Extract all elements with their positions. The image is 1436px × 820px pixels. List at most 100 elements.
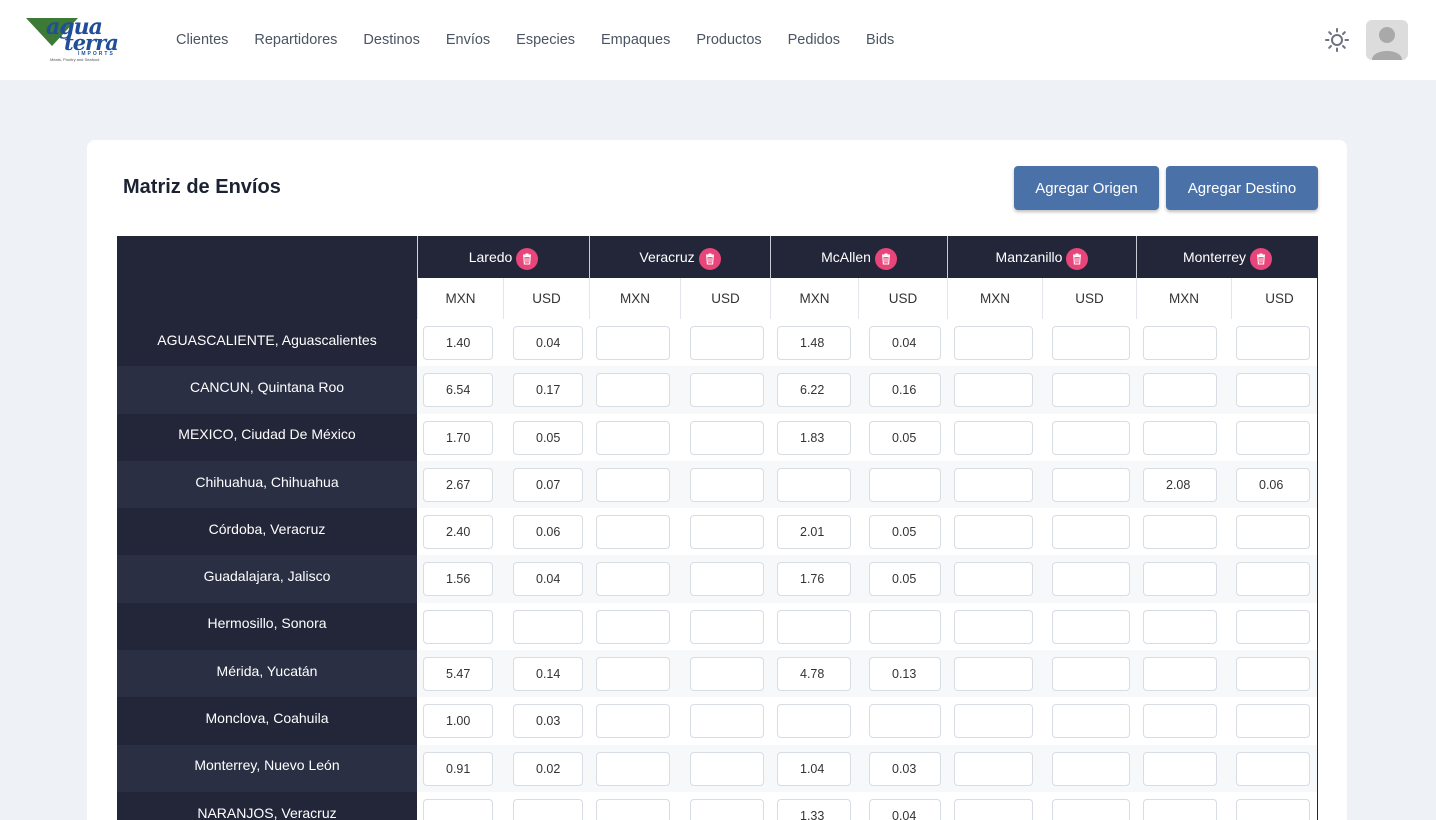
cost-mxn-input[interactable] bbox=[954, 657, 1033, 692]
cost-mxn-input[interactable] bbox=[777, 798, 851, 820]
cost-mxn-input[interactable] bbox=[596, 751, 670, 786]
cost-usd-input[interactable] bbox=[513, 798, 583, 820]
cost-mxn-input[interactable] bbox=[954, 467, 1033, 502]
cost-mxn-input[interactable] bbox=[777, 657, 851, 692]
cost-mxn-input[interactable] bbox=[423, 562, 493, 597]
cost-mxn-input[interactable] bbox=[777, 467, 851, 502]
cost-mxn-input[interactable] bbox=[777, 326, 851, 360]
cost-usd-input[interactable] bbox=[690, 609, 764, 644]
cost-usd-input[interactable] bbox=[690, 751, 764, 786]
cost-usd-input[interactable] bbox=[869, 751, 941, 786]
cost-usd-input[interactable] bbox=[1236, 467, 1310, 502]
cost-mxn-input[interactable] bbox=[954, 420, 1033, 455]
cost-mxn-input[interactable] bbox=[596, 657, 670, 692]
cost-mxn-input[interactable] bbox=[954, 326, 1033, 360]
cost-usd-input[interactable] bbox=[1052, 420, 1130, 455]
cost-mxn-input[interactable] bbox=[954, 798, 1033, 820]
cost-mxn-input[interactable] bbox=[777, 704, 851, 739]
cost-usd-input[interactable] bbox=[1236, 704, 1310, 739]
cost-mxn-input[interactable] bbox=[1143, 562, 1217, 597]
cost-mxn-input[interactable] bbox=[423, 751, 493, 786]
cost-usd-input[interactable] bbox=[1052, 562, 1130, 597]
cost-mxn-input[interactable] bbox=[1143, 704, 1217, 739]
nav-clientes[interactable]: Clientes bbox=[176, 32, 228, 48]
cost-usd-input[interactable] bbox=[690, 326, 764, 360]
cost-mxn-input[interactable] bbox=[423, 704, 493, 739]
cost-mxn-input[interactable] bbox=[777, 420, 851, 455]
cost-usd-input[interactable] bbox=[690, 704, 764, 739]
cost-mxn-input[interactable] bbox=[777, 515, 851, 550]
nav-pedidos[interactable]: Pedidos bbox=[788, 32, 840, 48]
cost-usd-input[interactable] bbox=[869, 657, 941, 692]
cost-usd-input[interactable] bbox=[1052, 751, 1130, 786]
cost-usd-input[interactable] bbox=[869, 373, 941, 408]
cost-usd-input[interactable] bbox=[869, 467, 941, 502]
delete-destination-icon[interactable] bbox=[698, 248, 721, 270]
cost-usd-input[interactable] bbox=[513, 373, 583, 408]
cost-mxn-input[interactable] bbox=[1143, 751, 1217, 786]
cost-usd-input[interactable] bbox=[869, 704, 941, 739]
nav-envios[interactable]: Envíos bbox=[446, 32, 490, 48]
cost-usd-input[interactable] bbox=[869, 515, 941, 550]
cost-usd-input[interactable] bbox=[513, 420, 583, 455]
sun-icon[interactable] bbox=[1324, 27, 1350, 53]
cost-usd-input[interactable] bbox=[1052, 704, 1130, 739]
cost-mxn-input[interactable] bbox=[1143, 798, 1217, 820]
add-destination-button[interactable]: Agregar Destino bbox=[1166, 166, 1318, 210]
cost-usd-input[interactable] bbox=[869, 798, 941, 820]
cost-usd-input[interactable] bbox=[513, 609, 583, 644]
nav-productos[interactable]: Productos bbox=[696, 32, 761, 48]
cost-usd-input[interactable] bbox=[869, 326, 941, 360]
cost-mxn-input[interactable] bbox=[596, 562, 670, 597]
cost-mxn-input[interactable] bbox=[596, 704, 670, 739]
cost-usd-input[interactable] bbox=[1236, 751, 1310, 786]
cost-mxn-input[interactable] bbox=[423, 420, 493, 455]
cost-mxn-input[interactable] bbox=[954, 704, 1033, 739]
cost-usd-input[interactable] bbox=[690, 373, 764, 408]
cost-mxn-input[interactable] bbox=[954, 515, 1033, 550]
cost-usd-input[interactable] bbox=[690, 515, 764, 550]
cost-usd-input[interactable] bbox=[513, 751, 583, 786]
cost-usd-input[interactable] bbox=[1052, 326, 1130, 360]
cost-usd-input[interactable] bbox=[1236, 609, 1310, 644]
cost-usd-input[interactable] bbox=[1236, 657, 1310, 692]
delete-destination-icon[interactable] bbox=[516, 248, 539, 270]
cost-usd-input[interactable] bbox=[1052, 657, 1130, 692]
cost-usd-input[interactable] bbox=[1236, 420, 1310, 455]
cost-mxn-input[interactable] bbox=[1143, 467, 1217, 502]
cost-usd-input[interactable] bbox=[869, 609, 941, 644]
cost-usd-input[interactable] bbox=[869, 562, 941, 597]
cost-mxn-input[interactable] bbox=[596, 326, 670, 360]
delete-destination-icon[interactable] bbox=[1066, 248, 1089, 270]
cost-usd-input[interactable] bbox=[513, 704, 583, 739]
cost-mxn-input[interactable] bbox=[1143, 657, 1217, 692]
cost-mxn-input[interactable] bbox=[423, 326, 493, 360]
delete-destination-icon[interactable] bbox=[874, 248, 897, 270]
cost-mxn-input[interactable] bbox=[1143, 326, 1217, 360]
cost-mxn-input[interactable] bbox=[423, 609, 493, 644]
cost-usd-input[interactable] bbox=[1052, 373, 1130, 408]
cost-usd-input[interactable] bbox=[690, 467, 764, 502]
cost-usd-input[interactable] bbox=[690, 657, 764, 692]
cost-mxn-input[interactable] bbox=[596, 373, 670, 408]
cost-mxn-input[interactable] bbox=[1143, 515, 1217, 550]
cost-mxn-input[interactable] bbox=[1143, 373, 1217, 408]
cost-mxn-input[interactable] bbox=[423, 515, 493, 550]
cost-usd-input[interactable] bbox=[1236, 373, 1310, 408]
cost-usd-input[interactable] bbox=[1236, 798, 1310, 820]
nav-destinos[interactable]: Destinos bbox=[363, 32, 419, 48]
cost-mxn-input[interactable] bbox=[596, 420, 670, 455]
cost-mxn-input[interactable] bbox=[777, 562, 851, 597]
cost-mxn-input[interactable] bbox=[596, 609, 670, 644]
nav-repartidores[interactable]: Repartidores bbox=[254, 32, 337, 48]
cost-usd-input[interactable] bbox=[513, 562, 583, 597]
cost-usd-input[interactable] bbox=[1052, 798, 1130, 820]
delete-destination-icon[interactable] bbox=[1250, 248, 1273, 270]
cost-usd-input[interactable] bbox=[1236, 326, 1310, 360]
cost-mxn-input[interactable] bbox=[1143, 420, 1217, 455]
cost-mxn-input[interactable] bbox=[954, 609, 1033, 644]
cost-usd-input[interactable] bbox=[1236, 515, 1310, 550]
cost-usd-input[interactable] bbox=[513, 657, 583, 692]
cost-mxn-input[interactable] bbox=[1143, 609, 1217, 644]
aguaterra-logo[interactable]: agua terra IMPORTS Meats, Poultry and Se… bbox=[26, 14, 119, 64]
